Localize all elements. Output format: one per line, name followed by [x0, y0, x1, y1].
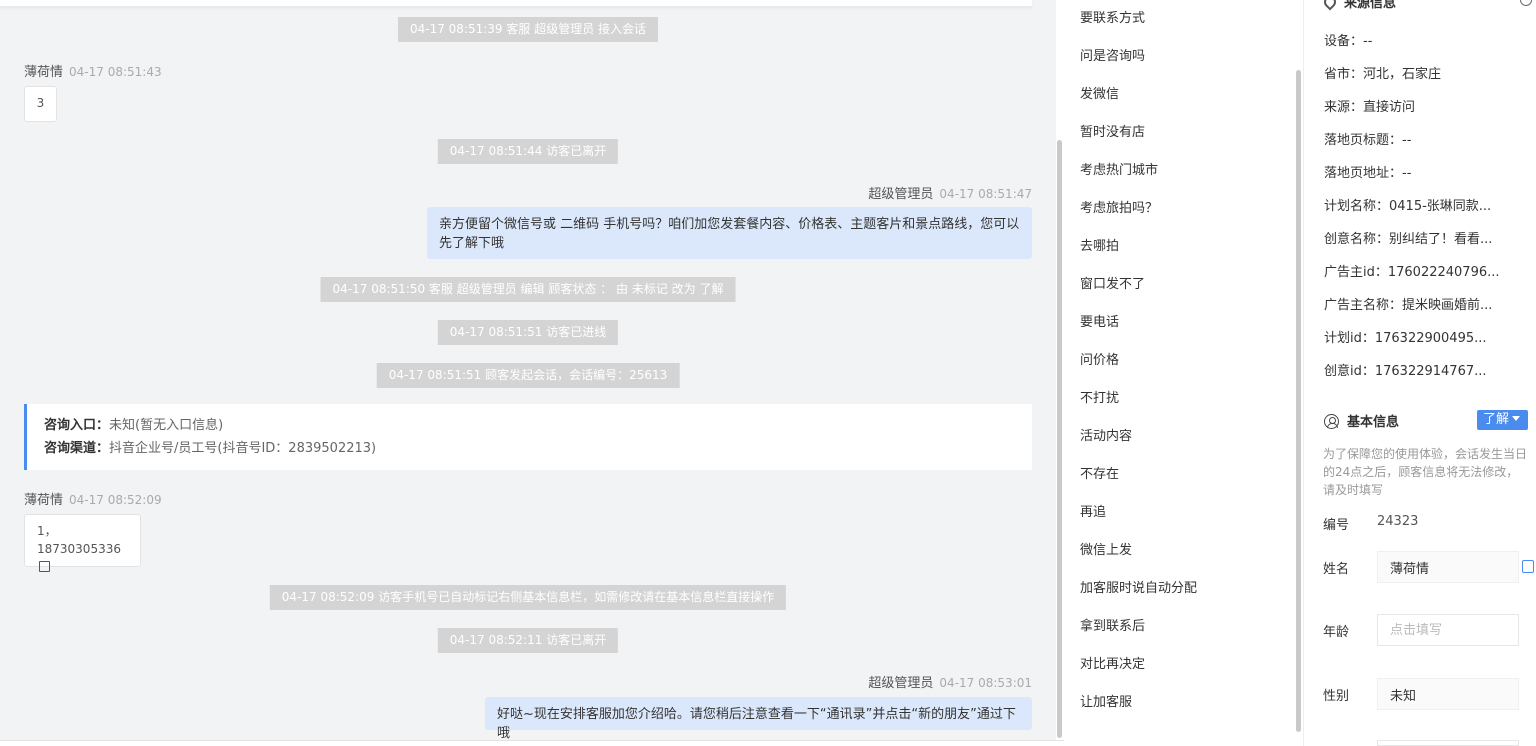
message-time: 04-17 08:51:47 — [939, 187, 1032, 201]
source-device: 设备：-- — [1324, 34, 1373, 49]
quick-reply-item[interactable]: 加客服时说自动分配 — [1080, 577, 1197, 596]
chat-top-edge — [0, 0, 1032, 6]
id-label: 编号 — [1323, 518, 1350, 533]
age-label: 年龄 — [1323, 625, 1350, 640]
quick-reply-item[interactable]: 问价格 — [1080, 349, 1119, 368]
visitor-sender: 薄荷情 04-17 08:51:43 — [24, 61, 162, 80]
source-creative-id: 创意id：176322914767... — [1324, 364, 1487, 379]
source-plan-id: 计划id：176322900495... — [1324, 331, 1487, 346]
consult-entry-row: 咨询入口：未知(暂无入口信息) — [44, 418, 224, 433]
quick-reply-item[interactable]: 对比再决定 — [1080, 653, 1145, 672]
edit-notice: 为了保障您的使用体验，会话发生当日的24点之后，顾客信息将无法修改，请及时填写 — [1323, 447, 1528, 497]
quick-reply-item[interactable]: 去哪拍 — [1080, 235, 1119, 254]
source-landing-title: 落地页标题：-- — [1324, 133, 1412, 148]
chat-scrollbar[interactable] — [1057, 140, 1062, 738]
chat-panel: 04-17 08:51:39 客服 超级管理员 接入会话 薄荷情 04-17 08… — [0, 0, 1056, 740]
id-value: 24323 — [1377, 514, 1419, 529]
consult-channel-row: 咨询渠道：抖音企业号/员工号(抖音号ID：2839502213) — [44, 441, 377, 456]
message-time: 04-17 08:52:09 — [69, 493, 162, 507]
sender-name: 超级管理员 — [868, 676, 934, 691]
gender-field[interactable] — [1377, 678, 1519, 710]
quick-reply-panel: 要联系方式 问是咨询吗 发微信 暂时没有店 考虑热门城市 考虑旅拍吗？ 去哪拍 … — [1064, 0, 1304, 746]
basic-info-header: 基本信息 — [1324, 411, 1399, 430]
quick-reply-item[interactable]: 问是咨询吗 — [1080, 45, 1145, 64]
source-landing-url: 落地页地址：-- — [1324, 166, 1412, 181]
customer-status-dropdown[interactable]: 了解 — [1477, 410, 1528, 430]
source-advertiser-id: 广告主id：176022240796... — [1324, 265, 1500, 280]
source-origin: 来源：直接访问 — [1324, 100, 1416, 115]
quick-reply-item[interactable]: 考虑热门城市 — [1080, 159, 1158, 178]
system-message: 04-17 08:52:09 访客手机号已自动标记右侧基本信息栏，如需修改请在基… — [269, 585, 787, 610]
location-pin-icon — [1321, 0, 1339, 11]
next-field[interactable] — [1377, 740, 1519, 746]
gender-label: 性别 — [1323, 689, 1350, 704]
system-message: 04-17 08:51:51 访客已进线 — [437, 320, 619, 345]
agent-sender: 超级管理员 04-17 08:51:47 — [868, 183, 1032, 202]
source-region: 省市：河北，石家庄 — [1324, 67, 1442, 82]
source-advertiser-name: 广告主名称：提米映画婚前... — [1324, 298, 1493, 313]
quick-reply-item[interactable]: 要电话 — [1080, 311, 1119, 330]
edit-icon[interactable] — [1522, 560, 1534, 573]
quick-reply-item[interactable]: 考虑旅拍吗？ — [1080, 197, 1158, 216]
message-time: 04-17 08:53:01 — [939, 676, 1032, 690]
quick-reply-item[interactable]: 拿到联系后 — [1080, 615, 1145, 634]
source-creative-name: 创意名称：别纠结了！看看... — [1324, 232, 1493, 247]
consult-info-card: 咨询入口：未知(暂无入口信息) 咨询渠道：抖音企业号/员工号(抖音号ID：283… — [24, 404, 1032, 470]
quick-reply-scrollbar[interactable] — [1296, 70, 1301, 732]
quick-reply-item[interactable]: 活动内容 — [1080, 425, 1132, 444]
quick-reply-item[interactable]: 发微信 — [1080, 83, 1119, 102]
sender-name: 薄荷情 — [24, 493, 64, 508]
user-circle-icon — [1324, 414, 1339, 429]
quick-reply-item[interactable]: 让加客服 — [1080, 691, 1132, 710]
visitor-message-bubble[interactable]: 3 — [24, 86, 57, 122]
sender-name: 薄荷情 — [24, 65, 64, 80]
system-message: 04-17 08:52:11 访客已离开 — [437, 628, 619, 653]
source-plan-name: 计划名称：0415-张琳同款... — [1324, 199, 1492, 214]
source-info-header: 来源信息 — [1321, 0, 1396, 11]
sender-name: 超级管理员 — [868, 187, 934, 202]
visitor-message-bubble[interactable]: 1， 18730305336 — [24, 514, 141, 572]
quick-reply-item[interactable]: 暂时没有店 — [1080, 121, 1145, 140]
system-message: 04-17 08:51:44 访客已离开 — [437, 139, 619, 164]
system-message: 04-17 08:51:51 顾客发起会话，会话编号：25613 — [376, 363, 680, 388]
caret-down-icon — [1512, 416, 1521, 421]
message-time: 04-17 08:51:43 — [69, 65, 162, 79]
visitor-sender: 薄荷情 04-17 08:52:09 — [24, 489, 162, 508]
quick-reply-item[interactable]: 窗口发不了 — [1080, 273, 1145, 292]
quick-reply-item[interactable]: 要联系方式 — [1080, 7, 1145, 26]
quick-reply-item[interactable]: 再追 — [1080, 501, 1106, 520]
agent-message-bubble[interactable]: 亲方便留个微信号或 二维码 手机号吗？咱们加您发套餐内容、价格表、主题客片和景点… — [427, 207, 1032, 259]
age-field[interactable] — [1377, 614, 1519, 646]
agent-message-bubble[interactable]: 好哒~现在安排客服加您介绍哈。请您稍后注意查看一下“通讯录”并点击“新的朋友”通… — [485, 697, 1032, 740]
quick-reply-item[interactable]: 不打扰 — [1080, 387, 1119, 406]
quick-reply-item[interactable]: 微信上发 — [1080, 539, 1132, 558]
name-field[interactable] — [1377, 551, 1519, 583]
system-message: 04-17 08:51:39 客服 超级管理员 接入会话 — [397, 17, 659, 42]
system-message: 04-17 08:51:50 客服 超级管理员 编辑 顾客状态 ： 由 未标记 … — [320, 277, 736, 302]
quick-reply-item[interactable]: 不存在 — [1080, 463, 1119, 482]
name-label: 姓名 — [1323, 562, 1350, 577]
agent-sender: 超级管理员 04-17 08:53:01 — [868, 672, 1032, 691]
copy-icon[interactable] — [39, 561, 50, 572]
